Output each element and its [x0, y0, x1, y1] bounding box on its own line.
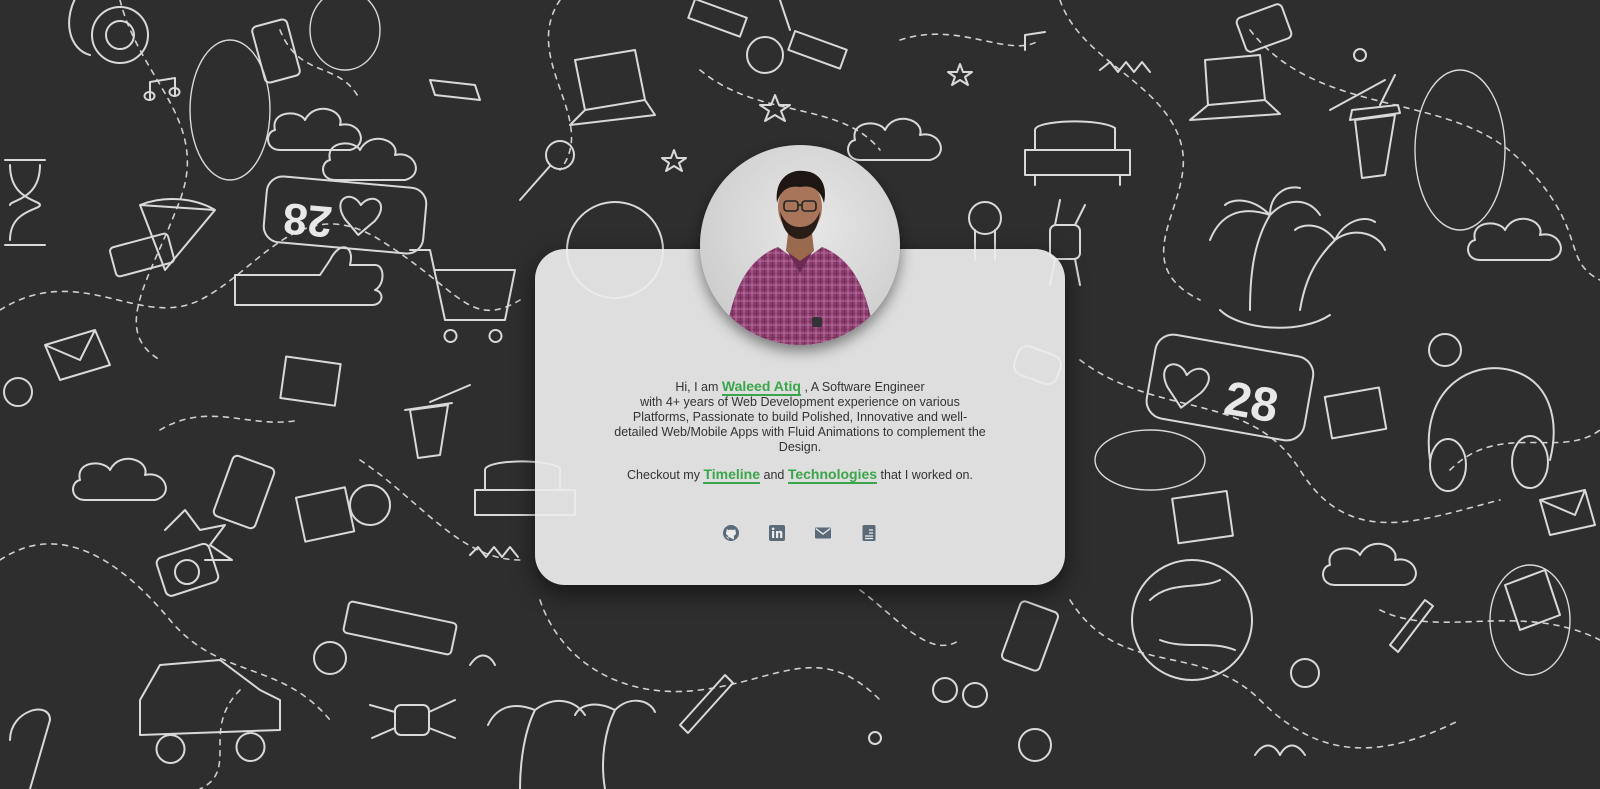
greeting-text: Hi, I am	[675, 380, 719, 394]
mail-icon	[815, 527, 831, 539]
svg-text:28: 28	[1220, 372, 1282, 433]
github-icon	[723, 525, 739, 541]
landing-page: 28 28 Hi, I am Waleed Atiq , A Software …	[0, 0, 1600, 789]
checkout-suffix: that I worked on.	[880, 468, 973, 482]
svg-text:28: 28	[281, 193, 334, 246]
description-text: with 4+ years of Web Development experie…	[614, 395, 986, 454]
profile-photo	[725, 170, 875, 345]
and-text: and	[763, 468, 785, 482]
intro-paragraph: Hi, I am Waleed Atiq , A Software Engine…	[612, 378, 988, 455]
bio-text: Hi, I am Waleed Atiq , A Software Engine…	[612, 378, 988, 484]
github-link[interactable]	[722, 524, 740, 542]
social-links	[722, 524, 878, 544]
name-link[interactable]: Waleed Atiq	[721, 378, 801, 396]
linkedin-icon	[769, 525, 785, 541]
checkout-prefix: Checkout my	[627, 468, 700, 482]
technologies-link[interactable]: Technologies	[787, 466, 878, 484]
timeline-link[interactable]: Timeline	[703, 466, 761, 484]
profile-avatar	[700, 145, 900, 345]
checkout-paragraph: Checkout my Timeline and Technologies th…	[612, 466, 988, 484]
linkedin-link[interactable]	[768, 524, 786, 542]
role-text: , A Software Engineer	[804, 380, 925, 394]
resume-link[interactable]	[860, 524, 878, 542]
email-link[interactable]	[814, 524, 832, 542]
resume-icon	[862, 525, 876, 541]
